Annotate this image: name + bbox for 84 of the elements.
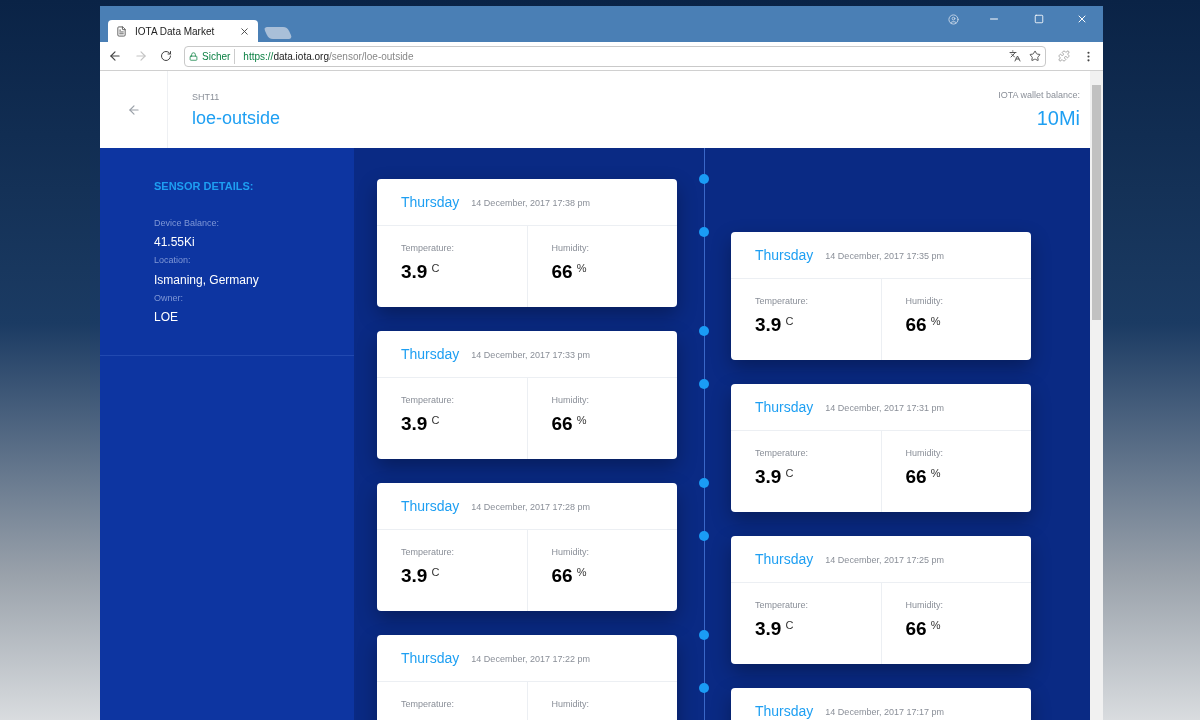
wallet-label: IOTA wallet balance: [998, 89, 1080, 102]
date-label: 14 December, 2017 17:35 pm [825, 250, 944, 264]
day-label: Thursday [755, 397, 814, 417]
date-label: 14 December, 2017 17:28 pm [471, 501, 590, 515]
reading-unit: C [785, 617, 794, 633]
day-label: Thursday [401, 344, 460, 364]
detail-label: Owner: [154, 291, 184, 305]
detail-label: Device Balance: [154, 216, 221, 230]
reading-label: Humidity: [551, 546, 589, 559]
reading-label: Temperature: [401, 242, 455, 255]
reading-value: 66 [551, 563, 573, 588]
reading-label: Temperature: [401, 546, 455, 559]
reading-value: 3.9 [755, 464, 782, 489]
browser-tab[interactable]: IOTA Data Market [108, 20, 258, 42]
reading-value: 66 [551, 259, 573, 284]
date-label: 14 December, 2017 17:31 pm [825, 402, 944, 416]
reading-unit: C [431, 564, 440, 580]
reading-unit: % [576, 564, 587, 580]
new-tab-button[interactable] [263, 27, 293, 39]
sensor-name: loe-outside [192, 106, 281, 130]
profile-icon[interactable] [948, 13, 959, 25]
day-label: Thursday [401, 496, 460, 516]
reading-value: 66 [905, 464, 927, 489]
reading-label: Humidity: [905, 599, 943, 612]
translate-icon[interactable] [1009, 50, 1021, 62]
reading-value: 66 [905, 616, 927, 641]
close-window-icon[interactable] [1076, 13, 1088, 25]
reading-label: Temperature: [401, 698, 455, 711]
extension-icon[interactable] [1058, 50, 1070, 62]
reading-value: 66 [905, 312, 927, 337]
reading-value: 3.9 [401, 563, 428, 588]
detail-value: Ismaning, Germany [154, 271, 260, 289]
detail-value: LOE [154, 309, 179, 326]
date-label: 14 December, 2017 17:33 pm [471, 349, 590, 363]
date-label: 14 December, 2017 17:38 pm [471, 197, 590, 211]
reading-value: 3.9 [755, 616, 782, 641]
reading-value: 3.9 [401, 259, 428, 284]
reading-unit: % [576, 260, 587, 276]
bookmark-star-icon[interactable] [1029, 50, 1041, 62]
day-label: Thursday [401, 192, 460, 212]
reading-label: Temperature: [755, 447, 809, 460]
date-label: 14 December, 2017 17:25 pm [825, 554, 944, 568]
back-icon[interactable] [108, 49, 122, 63]
security-label: Sicher [202, 48, 236, 64]
maximize-icon[interactable] [1034, 14, 1044, 24]
lock-icon [189, 51, 198, 61]
day-label: Thursday [755, 245, 814, 265]
reading-unit: % [930, 313, 941, 329]
reading-unit: % [930, 617, 941, 633]
sidebar-title: SENSOR DETAILS: [154, 179, 255, 194]
reading-unit: % [576, 412, 587, 428]
reading-label: Humidity: [551, 242, 589, 255]
date-label: 14 December, 2017 17:17 pm [825, 706, 944, 720]
reading-unit: C [431, 260, 440, 276]
reading-label: Temperature: [401, 394, 455, 407]
reading-value: 3.9 [401, 411, 428, 436]
reading-label: Humidity: [905, 447, 943, 460]
scrollbar[interactable] [1090, 71, 1103, 720]
reading-label: Humidity: [905, 295, 943, 308]
day-label: Thursday [755, 701, 814, 720]
day-label: Thursday [755, 549, 814, 569]
forward-icon[interactable] [134, 49, 148, 63]
reload-icon[interactable] [160, 50, 172, 62]
date-label: 14 December, 2017 17:22 pm [471, 653, 590, 667]
reading-value: 3.9 [755, 312, 782, 337]
url-text: https://data.iota.org/sensor/loe-outside [243, 50, 414, 62]
reading-label: Temperature: [755, 295, 809, 308]
reading-unit: C [785, 465, 794, 481]
sensor-type: SHT11 [192, 91, 221, 104]
address-bar[interactable]: Sicher https://data.iota.org/sensor/loe-outside [184, 45, 1046, 67]
wallet-balance: 10Mi [1036, 105, 1080, 131]
day-label: Thursday [401, 648, 460, 668]
detail-value: 41.55Ki [154, 234, 196, 251]
reading-unit: % [930, 465, 941, 481]
reading-label: Temperature: [755, 599, 809, 612]
page-icon [116, 25, 127, 37]
reading-label: Humidity: [551, 698, 589, 711]
close-tab-icon[interactable] [239, 25, 250, 37]
reading-unit: C [785, 313, 794, 329]
back-arrow-icon[interactable] [126, 102, 141, 117]
reading-label: Humidity: [551, 394, 589, 407]
detail-label: Location: [154, 254, 192, 267]
reading-unit: C [431, 412, 440, 428]
reading-value: 66 [551, 411, 573, 436]
